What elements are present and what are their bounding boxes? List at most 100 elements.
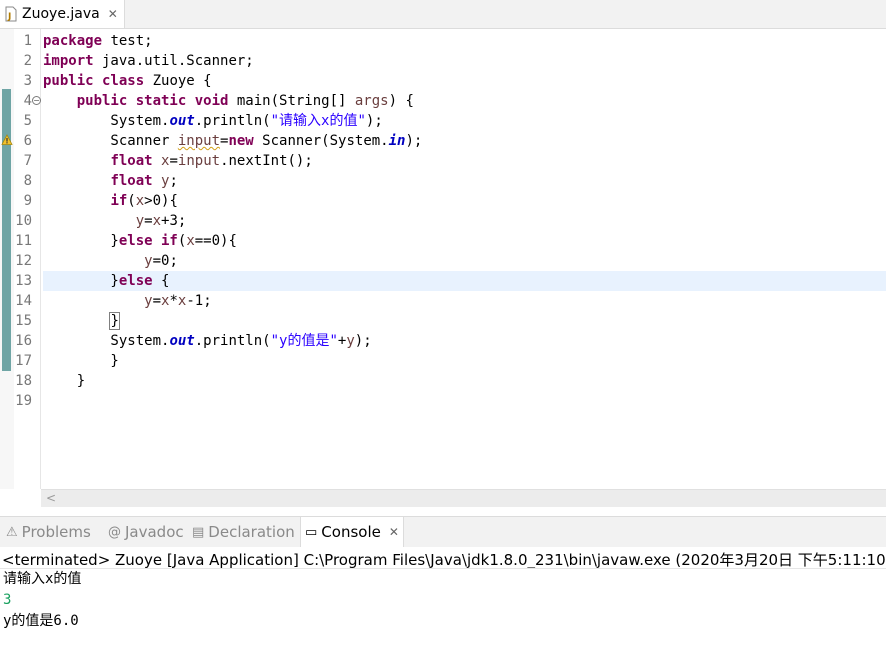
code-line[interactable]: }	[43, 351, 118, 371]
console-view[interactable]: <terminated> Zuoye [Java Application] C:…	[0, 547, 886, 665]
panel-tab-declaration[interactable]: ▤ Declaration	[188, 517, 296, 547]
fold-collapse-icon[interactable]: −	[32, 96, 41, 105]
code-token: y	[135, 213, 145, 229]
declaration-icon: ▤	[192, 524, 205, 540]
code-line[interactable]: y=x+3;	[43, 211, 187, 231]
panel-tab-label: Declaration	[208, 523, 295, 541]
code-token: "请输入x的值"	[270, 113, 366, 129]
code-line[interactable]: if(x>0){	[43, 191, 178, 211]
code-token: ) {	[388, 93, 414, 109]
code-token: }	[43, 233, 119, 249]
scroll-left-icon[interactable]: <	[46, 491, 56, 505]
change-marker	[2, 89, 11, 371]
code-line[interactable]: package test;	[43, 31, 153, 51]
code-token: "y的值是"	[270, 333, 338, 349]
code-line[interactable]: public static void main(String[] args) {	[43, 91, 414, 111]
code-token: main(String[]	[228, 93, 355, 109]
code-line[interactable]: }	[43, 371, 85, 391]
javadoc-icon: @	[108, 524, 121, 540]
panel-tab-problems[interactable]: ⚠ Problems	[2, 517, 98, 547]
code-line[interactable]: Scanner input=new Scanner(System.in);	[43, 131, 422, 151]
console-header: <terminated> Zuoye [Java Application] C:…	[2, 551, 886, 569]
code-line[interactable]: y=0;	[43, 251, 178, 271]
code-token: float	[110, 153, 153, 169]
code-token: input	[177, 133, 221, 149]
code-token: input	[177, 153, 221, 169]
code-line[interactable]: y=x*x-1;	[43, 291, 211, 311]
panel-tab-javadoc[interactable]: @ Javadoc	[104, 517, 184, 547]
code-area[interactable]: package test; import java.util.Scanner; pu…	[43, 29, 886, 489]
code-token: java.util.Scanner;	[93, 53, 254, 69]
code-token: import	[43, 53, 94, 69]
code-token: out	[169, 113, 195, 129]
code-token: (	[127, 193, 136, 209]
code-line[interactable]: }else if(x==0){	[43, 231, 237, 251]
line-number: 12	[15, 253, 32, 269]
code-token: args	[354, 93, 389, 109]
code-token: package	[43, 33, 103, 49]
code-token: }	[109, 312, 120, 330]
panel-tab-label: Javadoc	[125, 523, 184, 541]
code-token: }	[43, 373, 86, 389]
code-line[interactable]: System.out.println("y的值是"+y);	[43, 331, 372, 351]
console-line: 请输入x的值	[3, 571, 82, 587]
code-editor[interactable]: − 1 2 3 4 5 6 7 8 9 10 11 12 13 14 15 16 17 18 19 package …	[0, 29, 886, 489]
line-number: 9	[23, 193, 32, 209]
panel-tab-label: Console	[321, 523, 381, 541]
code-token: ==0){	[194, 233, 237, 249]
code-token: test;	[102, 33, 153, 49]
code-line[interactable]: float x=input.nextInt();	[43, 151, 312, 171]
code-token: y	[144, 253, 153, 269]
code-token: Zuoye {	[144, 73, 212, 89]
code-token: out	[169, 333, 195, 349]
code-line[interactable]: import java.util.Scanner;	[43, 51, 254, 71]
code-token: x	[135, 193, 145, 209]
line-number: 14	[15, 293, 32, 309]
code-line[interactable]: public class Zuoye {	[43, 71, 212, 91]
line-number: 18	[15, 373, 32, 389]
code-token: =	[144, 213, 153, 229]
code-token: x	[186, 233, 195, 249]
code-line[interactable]: }else {	[43, 271, 169, 291]
panel-tab-console[interactable]: ▭ Console ✕	[300, 517, 404, 547]
problems-icon: ⚠	[6, 524, 18, 540]
line-number: 16	[15, 333, 32, 349]
line-number: 2	[23, 53, 32, 69]
code-token: y	[346, 333, 355, 349]
code-token: *	[169, 293, 178, 309]
console-icon: ▭	[305, 524, 318, 540]
code-token: ;	[169, 173, 178, 189]
line-number: 17	[15, 353, 32, 369]
console-line: y的值是6.0	[3, 613, 79, 629]
code-token: =	[169, 153, 178, 169]
code-line[interactable]: float y;	[43, 171, 178, 191]
line-number: 5	[23, 113, 32, 129]
line-number: 13	[15, 273, 32, 289]
svg-text:J: J	[7, 12, 11, 22]
line-number: 3	[23, 73, 32, 89]
code-token: =	[152, 293, 162, 309]
code-token: else if	[118, 233, 178, 249]
code-line[interactable]: }	[43, 311, 120, 331]
editor-tab-zuoye[interactable]: J Zuoye.java ✕	[0, 0, 125, 28]
close-icon[interactable]: ✕	[108, 7, 118, 21]
java-file-icon: J	[4, 6, 18, 22]
code-line[interactable]: System.out.println("请输入x的值");	[43, 111, 382, 131]
line-number: 7	[23, 153, 32, 169]
console-divider	[0, 568, 886, 569]
code-token: .println(	[194, 113, 271, 129]
code-token: >0){	[144, 193, 178, 209]
close-icon[interactable]: ✕	[389, 525, 399, 539]
code-token: );	[354, 333, 372, 349]
horizontal-scrollbar[interactable]: <	[41, 489, 886, 507]
editor-tab-title: Zuoye.java	[22, 6, 100, 22]
code-token: Scanner	[43, 133, 178, 149]
code-token: System.	[43, 333, 170, 349]
